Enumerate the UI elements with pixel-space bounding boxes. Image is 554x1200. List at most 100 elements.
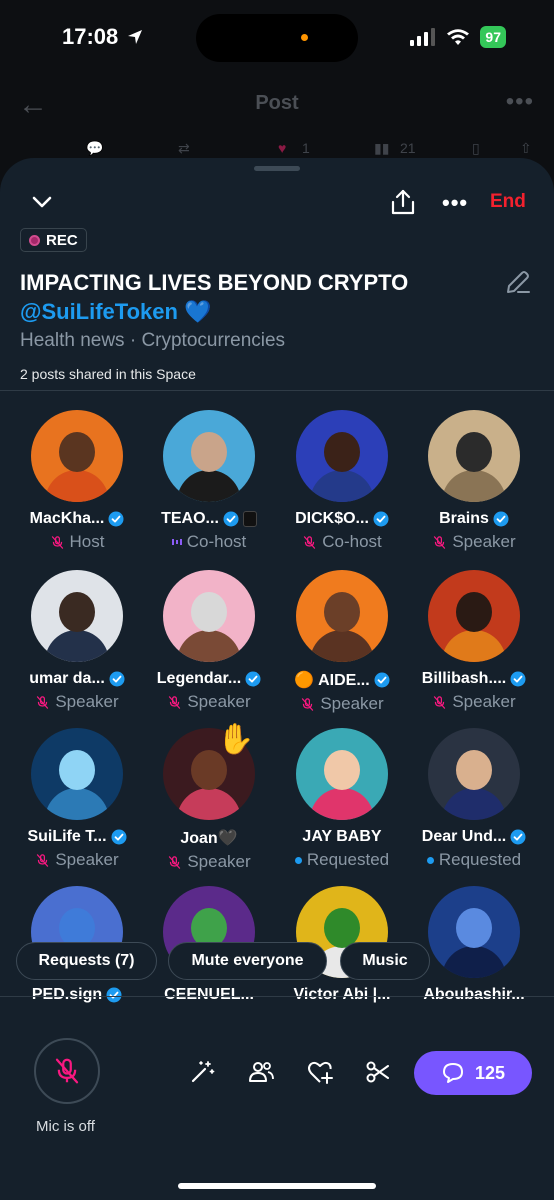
participant-name: SuiLife T... [11, 828, 143, 846]
participant-name: CEENUEL... [143, 986, 275, 1004]
participant-name: Legendar... [143, 670, 275, 688]
participant-role: Speaker [11, 692, 143, 712]
music-button[interactable]: Music [340, 942, 430, 980]
raised-hand-icon: ✋ [217, 723, 255, 756]
space-host-handle[interactable]: @SuiLifeToken [20, 299, 178, 324]
participant-tile[interactable]: umar da... Speaker [11, 570, 143, 712]
participant-name-text: JAY BABY [302, 828, 382, 845]
participant-name: MacKha... [11, 510, 143, 528]
participant-role-text: Host [69, 532, 105, 551]
manage-people-icon[interactable] [247, 1058, 275, 1086]
participant-tile[interactable]: DICK$O... Co-host [276, 410, 408, 552]
verified-badge-icon [493, 511, 509, 527]
participant-tile[interactable]: Dear Und... Requested [408, 728, 540, 870]
participant-tile[interactable]: 🟠 AIDE... Speaker [276, 570, 408, 714]
magic-wand-icon[interactable] [188, 1058, 216, 1086]
chat-bubble-icon [442, 1063, 463, 1083]
participant-tile[interactable]: MacKha... Host [11, 410, 143, 552]
avatar[interactable] [31, 728, 123, 820]
participant-name: Brains [408, 510, 540, 528]
participant-name: DICK$O... [276, 510, 408, 528]
sheet-toolbar: ••• End [0, 188, 554, 218]
verified-badge-icon [510, 829, 526, 845]
edit-pencil-icon[interactable] [504, 268, 532, 296]
home-indicator[interactable] [178, 1183, 376, 1189]
space-title-text: IMPACTING LIVES BEYOND CRYPTO [20, 270, 409, 295]
participant-tile[interactable]: JAY BABY Requested [276, 728, 408, 870]
verified-badge-icon [109, 671, 125, 687]
recording-badge: REC [20, 228, 87, 252]
avatar[interactable] [296, 728, 388, 820]
participant-tile[interactable]: SuiLife T... Speaker [11, 728, 143, 870]
participant-name-text: 🟠 AIDE... [294, 672, 370, 689]
mute-everyone-button[interactable]: Mute everyone [168, 942, 327, 980]
scissors-clip-icon[interactable] [364, 1058, 392, 1086]
bookmark-icon[interactable]: ▯ [472, 140, 480, 157]
participant-role-text: Speaker [187, 692, 251, 711]
participant-name: PED.sign [11, 986, 143, 1004]
share-icon[interactable] [390, 188, 416, 216]
avatar[interactable] [428, 728, 520, 820]
avatar[interactable] [31, 410, 123, 502]
heart-plus-icon[interactable] [306, 1058, 334, 1086]
verified-badge-icon [108, 511, 124, 527]
participant-role: Speaker [143, 852, 275, 872]
avatar[interactable] [428, 410, 520, 502]
participant-name-text: Dear Und... [421, 828, 507, 845]
participant-role: Requested [276, 850, 408, 870]
avatar[interactable] [163, 410, 255, 502]
participant-name-text: CEENUEL... [164, 986, 254, 1003]
participant-tile[interactable]: Brains Speaker [408, 410, 540, 552]
avatar[interactable] [296, 570, 388, 662]
participant-tile[interactable]: TEAO... Co-host [143, 410, 275, 552]
cellular-signal-icon [410, 28, 436, 46]
more-options-icon[interactable]: ••• [442, 190, 468, 216]
battery-indicator: 97 [480, 26, 506, 48]
mic-muted-icon [167, 855, 182, 870]
requests-label: Requests (7) [38, 952, 135, 969]
mic-toggle-button[interactable] [34, 1038, 100, 1104]
verified-badge-icon [111, 829, 127, 845]
avatar[interactable] [31, 570, 123, 662]
participant-tile[interactable]: ✋ Joan🖤 Speaker [143, 723, 275, 872]
participant-role-text: Speaker [452, 532, 516, 551]
mic-muted-icon [50, 535, 65, 550]
participant-tile[interactable]: Billibash.... Speaker [408, 570, 540, 712]
space-sheet: ••• End REC IMPACTING LIVES BEYOND CRYPT… [0, 158, 554, 1200]
participant-name: Victor Abi |... [276, 986, 408, 1004]
share-post-icon[interactable]: ⇧ [520, 140, 532, 157]
wifi-icon [447, 29, 470, 45]
mic-muted-icon [35, 853, 50, 868]
post-header: ← Post ••• [0, 82, 554, 128]
mic-muted-icon [432, 695, 447, 710]
clock: 17:08 [62, 24, 144, 50]
avatar[interactable] [428, 886, 520, 978]
requests-button[interactable]: Requests (7) [16, 942, 157, 980]
posts-shared-link[interactable]: 2 posts shared in this Space [20, 366, 196, 382]
sheet-grabber[interactable] [254, 166, 300, 171]
status-bar: 17:08 97 [0, 0, 554, 76]
participant-role: Speaker [276, 694, 408, 714]
participant-tile[interactable]: Aboubashir... [408, 886, 540, 1004]
reply-icon[interactable]: 💬 [86, 140, 103, 157]
requested-dot-icon [294, 856, 302, 864]
more-options-icon[interactable]: ••• [506, 88, 534, 116]
verified-badge-icon [245, 671, 261, 687]
avatar[interactable] [296, 410, 388, 502]
repost-icon[interactable]: ⇄ [178, 140, 190, 157]
rec-label: REC [46, 231, 78, 249]
like-icon[interactable]: ♥ [278, 140, 286, 156]
participant-tile[interactable]: Legendar... Speaker [143, 570, 275, 712]
dynamic-island [196, 14, 358, 62]
participant-name-text: Joan🖤 [180, 830, 238, 847]
participant-role: Speaker [408, 532, 540, 552]
participant-role-text: Speaker [320, 694, 384, 713]
participant-name: JAY BABY [276, 828, 408, 846]
avatar[interactable] [428, 570, 520, 662]
chevron-down-icon[interactable] [30, 190, 54, 214]
avatar[interactable] [163, 570, 255, 662]
participant-name-text: DICK$O... [295, 510, 369, 527]
end-space-button[interactable]: End [490, 191, 526, 213]
status-icons: 97 [410, 26, 506, 48]
chat-button[interactable]: 125 [414, 1051, 532, 1095]
